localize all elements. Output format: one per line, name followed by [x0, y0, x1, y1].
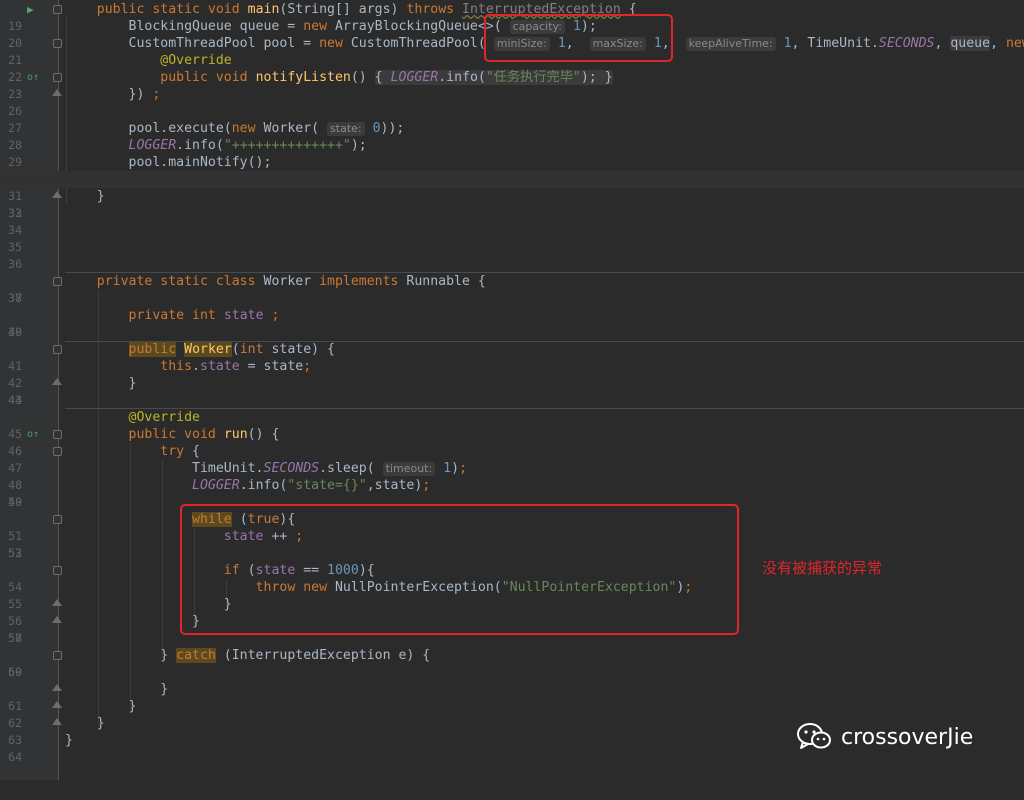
line-number: 38 — [8, 291, 22, 305]
line-number: 36 — [8, 257, 22, 271]
parameter-highlight-box — [484, 14, 673, 62]
code-line[interactable]: 62 } — [0, 698, 1024, 730]
parameter-hint: timeout: — [382, 462, 436, 476]
line-number: 58 — [8, 631, 22, 645]
code-text: } — [65, 682, 169, 697]
code-editor[interactable]: 19 ▶ public static void main(String[] ar… — [0, 1, 1024, 764]
wechat-icon — [797, 723, 831, 749]
code-text: public void notifyListen() { LOGGER.info… — [160, 70, 613, 85]
code-line[interactable]: 61 } — [0, 681, 1024, 713]
code-text: LOGGER.info("++++++++++++++"); — [128, 138, 367, 153]
code-line[interactable]: 46 o↑ public void run() { — [0, 426, 1024, 458]
fold-end-icon[interactable] — [52, 89, 62, 96]
fold-toggle-icon[interactable] — [53, 73, 62, 82]
code-text: } — [65, 699, 137, 714]
code-line[interactable]: 59 } catch (InterruptedException e) { — [0, 647, 1024, 679]
code-line[interactable]: 32 } — [0, 188, 1024, 220]
code-text: } — [65, 376, 137, 391]
fold-end-icon[interactable] — [52, 599, 62, 606]
code-line[interactable]: 36 — [0, 256, 1024, 273]
fold-toggle-icon[interactable] — [53, 447, 62, 456]
code-text: private int state ; — [128, 308, 280, 323]
code-text: public void run() { — [128, 427, 280, 442]
code-line[interactable]: 45 @Override — [0, 409, 1024, 441]
code-text: } — [65, 189, 105, 204]
fold-end-icon[interactable] — [52, 718, 62, 725]
code-text: private static class Worker implements R… — [96, 274, 486, 289]
code-line[interactable]: 26 }) ; — [0, 86, 1024, 118]
code-line[interactable]: 23 o↑ public void notifyListen() { LOGGE… — [0, 69, 1024, 101]
parameter-hint: state: — [327, 122, 365, 136]
fold-toggle-icon[interactable] — [53, 345, 62, 354]
code-line[interactable]: 27 — [0, 103, 1024, 135]
fold-toggle-icon[interactable] — [53, 39, 62, 48]
code-text: } catch (InterruptedException e) { — [65, 648, 431, 663]
code-line[interactable]: 35 — [0, 239, 1024, 256]
fold-end-icon[interactable] — [52, 191, 62, 198]
code-line[interactable]: 37 private static class Worker implement… — [0, 273, 1024, 305]
current-code-line[interactable]: 31 — [0, 171, 1024, 203]
code-line[interactable]: 60 — [0, 664, 1024, 681]
line-number: 33 — [8, 206, 22, 220]
line-number: 64 — [8, 750, 22, 764]
fold-end-icon[interactable] — [52, 378, 62, 385]
code-text: pool.mainNotify(); — [65, 155, 272, 170]
code-text: }) ; — [65, 87, 161, 102]
code-line[interactable]: 43 } — [0, 375, 1024, 407]
line-number: 60 — [8, 665, 22, 679]
fold-end-icon[interactable] — [52, 684, 62, 691]
code-text: pool.execute(new Worker( state: 0)); — [65, 121, 405, 136]
implements-gutter-icon[interactable]: o↑ — [27, 426, 39, 443]
loop-highlight-box — [180, 504, 739, 635]
code-text: } — [65, 716, 105, 731]
code-text: @Override — [160, 53, 232, 68]
line-number: 53 — [8, 546, 22, 560]
line-number: 44 — [8, 393, 22, 407]
code-text: LOGGER.info("state={}",state); — [192, 478, 431, 493]
code-text: } — [65, 733, 73, 748]
code-line[interactable]: 40 — [0, 324, 1024, 341]
fold-toggle-icon[interactable] — [53, 651, 62, 660]
code-line[interactable]: 30 pool.mainNotify(); — [0, 154, 1024, 186]
code-text: public Worker(int state) { — [128, 342, 336, 357]
line-number: 40 — [8, 325, 22, 339]
code-line[interactable]: 39 private int state ; — [0, 307, 1024, 339]
code-line[interactable]: 47 try { — [0, 443, 1024, 475]
code-line[interactable]: 28 pool.execute(new Worker( state: 0)); — [0, 120, 1024, 152]
code-line[interactable]: 44 — [0, 392, 1024, 409]
line-number: 50 — [8, 495, 22, 509]
fold-end-icon[interactable] — [52, 701, 62, 708]
code-line[interactable]: 38 — [0, 290, 1024, 307]
annotation-label: 没有被捕获的异常 — [762, 559, 883, 577]
code-text: @Override — [128, 410, 200, 425]
line-number: 34 — [8, 223, 22, 237]
code-text: try { — [160, 444, 200, 459]
code-line[interactable]: 33 — [0, 205, 1024, 222]
fold-toggle-icon[interactable] — [53, 515, 62, 524]
run-gutter-icon[interactable]: ▶ — [27, 1, 34, 18]
fold-end-icon[interactable] — [52, 616, 62, 623]
code-line[interactable]: 48 TimeUnit.SECONDS.sleep( timeout: 1); — [0, 460, 1024, 492]
code-line[interactable]: 41 public Worker(int state) { — [0, 341, 1024, 373]
code-line[interactable]: 29 LOGGER.info("++++++++++++++"); — [0, 137, 1024, 169]
fold-toggle-icon[interactable] — [53, 430, 62, 439]
parameter-hint: keepAliveTime: — [685, 37, 776, 51]
fold-toggle-icon[interactable] — [53, 5, 62, 14]
fold-toggle-icon[interactable] — [53, 566, 62, 575]
override-gutter-icon[interactable]: o↑ — [27, 69, 39, 86]
code-line[interactable]: 49 LOGGER.info("state={}",state); — [0, 477, 1024, 509]
code-line[interactable]: 42 this.state = state; — [0, 358, 1024, 390]
code-text: TimeUnit.SECONDS.sleep( timeout: 1); — [65, 461, 467, 476]
code-text: this.state = state; — [160, 359, 312, 374]
line-number: 35 — [8, 240, 22, 254]
fold-toggle-icon[interactable] — [53, 277, 62, 286]
watermark-name: crossoverJie — [841, 724, 974, 750]
watermark: crossoverJie — [797, 723, 973, 751]
code-line[interactable]: 34 — [0, 222, 1024, 239]
